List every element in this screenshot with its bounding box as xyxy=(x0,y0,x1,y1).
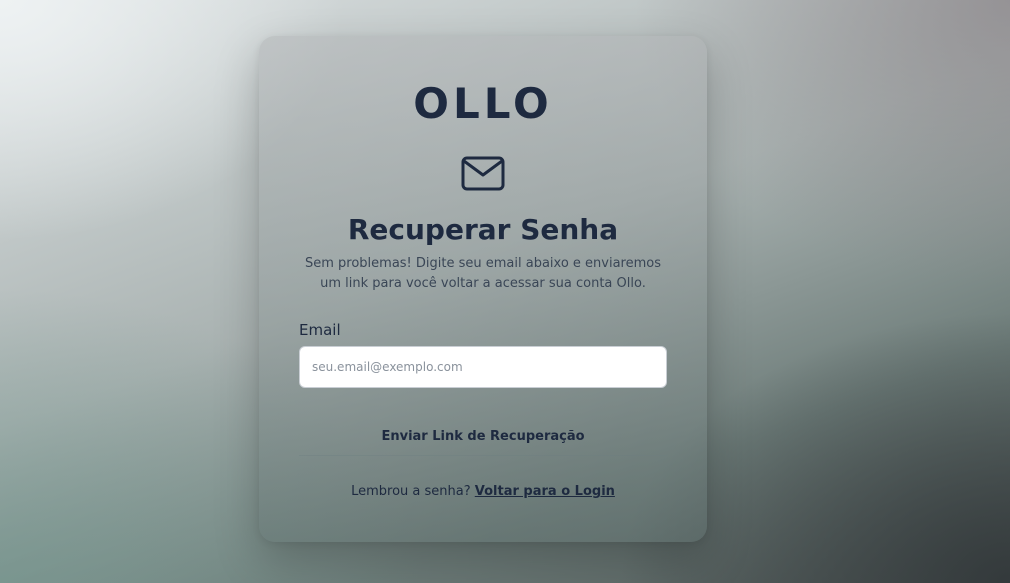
recovery-card: OLLO Recuperar Senha Sem problemas! Digi… xyxy=(259,36,707,542)
envelope-icon xyxy=(461,156,505,191)
footer-prompt-text: Lembrou a senha? xyxy=(351,484,471,499)
page-title: Recuperar Senha xyxy=(347,213,619,246)
email-field[interactable] xyxy=(299,346,667,388)
email-label: Email xyxy=(299,321,341,339)
back-to-login-link[interactable]: Voltar para o Login xyxy=(475,484,615,499)
footer-login-prompt: Lembrou a senha? Voltar para o Login xyxy=(259,482,707,502)
send-recovery-link-button[interactable]: Enviar Link de Recuperação xyxy=(299,418,667,456)
page-subtitle: Sem problemas! Digite seu email abaixo e… xyxy=(304,256,662,291)
ollo-logo: OLLO xyxy=(413,79,553,128)
